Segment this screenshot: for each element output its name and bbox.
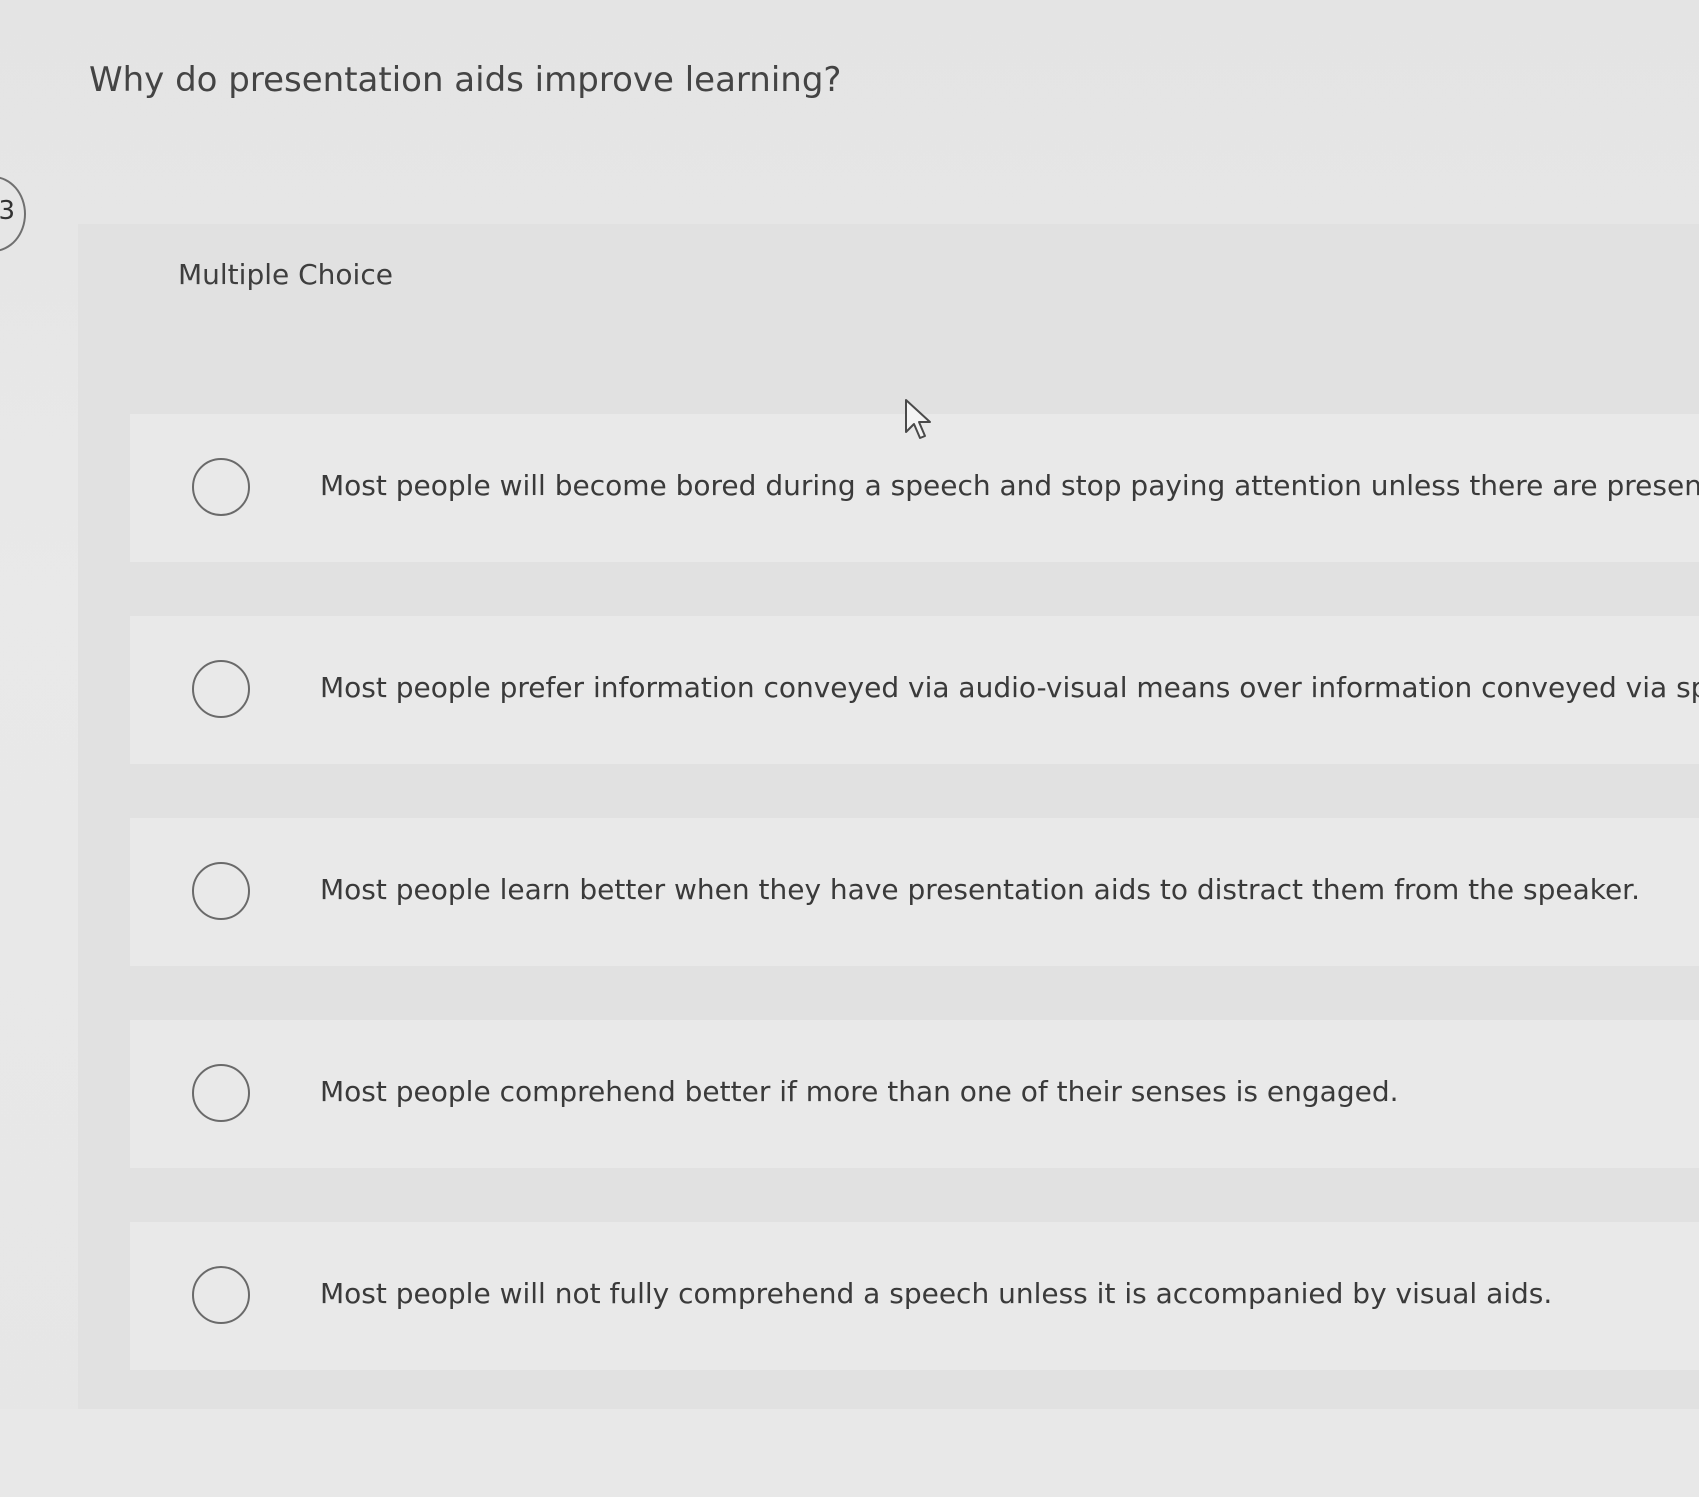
radio-unselected-icon[interactable] [192, 458, 250, 516]
question-number-badge: 3 [0, 176, 26, 252]
radio-unselected-icon[interactable] [192, 660, 250, 718]
radio-unselected-icon[interactable] [192, 862, 250, 920]
question-title: Why do presentation aids improve learnin… [89, 60, 842, 100]
choice-label: Most people learn better when they have … [320, 873, 1641, 906]
mouse-pointer-icon [905, 399, 931, 439]
choice-label: Most people will become bored during a s… [320, 469, 1699, 502]
choice-option-c[interactable]: Most people learn better when they have … [130, 818, 1699, 966]
choices-list: Most people will become bored during a s… [78, 224, 1699, 1409]
choice-label: Most people comprehend better if more th… [320, 1075, 1399, 1108]
question-panel: Multiple Choice Most people will become … [78, 224, 1699, 1409]
question-number: 3 [0, 196, 15, 226]
page-footer-area [0, 1409, 1699, 1497]
choice-label: Most people will not fully comprehend a … [320, 1277, 1553, 1310]
choice-option-b[interactable]: Most people prefer information conveyed … [130, 616, 1699, 764]
choice-option-d[interactable]: Most people comprehend better if more th… [130, 1020, 1699, 1168]
choice-option-e[interactable]: Most people will not fully comprehend a … [130, 1222, 1699, 1370]
choice-label: Most people prefer information conveyed … [320, 671, 1699, 704]
radio-unselected-icon[interactable] [192, 1064, 250, 1122]
radio-unselected-icon[interactable] [192, 1266, 250, 1324]
